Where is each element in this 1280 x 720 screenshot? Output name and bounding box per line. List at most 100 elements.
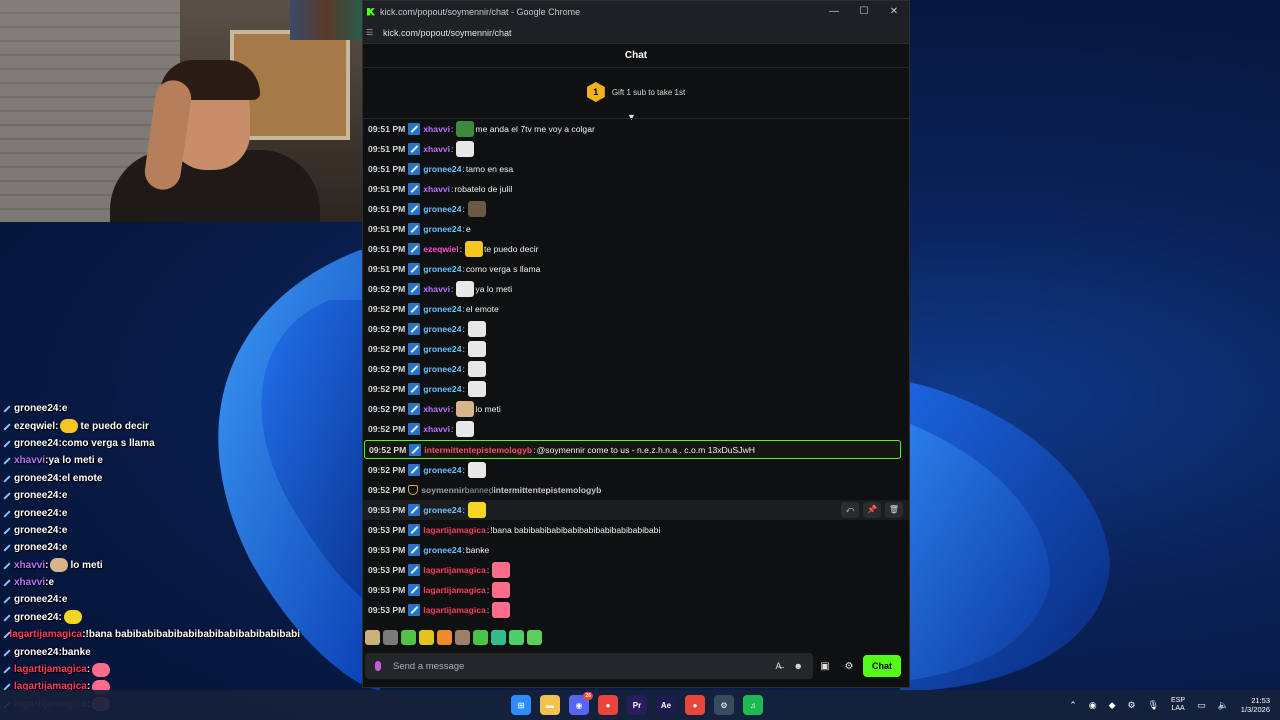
address-bar[interactable]: ☰ kick.com/popout/soymennir/chat	[363, 22, 909, 44]
translate-icon[interactable]: A̶	[776, 661, 782, 671]
steam-tray-icon[interactable]: ⚙	[1128, 700, 1136, 711]
chat-message[interactable]: 09:53 PM lagartijamagica:	[363, 560, 909, 580]
chat-message[interactable]: 09:52 PM gronee24:	[363, 339, 909, 359]
chat-message[interactable]: 09:52 PM xhavvi: ya lo meti	[363, 279, 909, 299]
quick-emote-bar[interactable]	[365, 627, 542, 647]
emoji-icon[interactable]: ☻	[794, 661, 803, 671]
message-colon: :	[486, 605, 490, 615]
message-username[interactable]: gronee24	[423, 264, 461, 274]
message-username[interactable]: gronee24	[423, 364, 461, 374]
premiere-icon[interactable]: Pr	[627, 695, 647, 715]
message-username[interactable]: gronee24	[423, 465, 461, 475]
emote-icon[interactable]	[491, 629, 506, 645]
chat-message[interactable]: 09:52 PM gronee24:	[363, 359, 909, 379]
chat-message[interactable]: 09:52 PM gronee24:	[363, 460, 909, 480]
input-language[interactable]: ESP LAA	[1171, 697, 1185, 713]
steam-icon[interactable]: ⚙	[714, 695, 734, 715]
message-username[interactable]: xhavvi	[423, 124, 450, 134]
start-icon[interactable]: ⊞	[511, 695, 531, 715]
delete-icon[interactable]: 🗑	[885, 502, 903, 518]
chrome-popup-window[interactable]: kick.com/popout/soymennir/chat - Google …	[362, 0, 910, 688]
chat-message[interactable]: 09:52 PM xhavvi: lo meti	[363, 399, 909, 419]
message-username[interactable]: gronee24	[423, 304, 461, 314]
message-username[interactable]: intermittentepistemologyb	[424, 445, 532, 455]
close-button[interactable]: ✕	[879, 6, 909, 17]
message-username[interactable]: xhavvi	[423, 284, 450, 294]
chat-message[interactable]: 09:53 PM gronee24: banke	[363, 540, 909, 560]
chat-message[interactable]: 09:53 PM gronee24: ⤺ 📌 🗑	[363, 500, 909, 520]
maximize-button[interactable]: ☐	[849, 6, 879, 17]
emote-icon[interactable]	[365, 629, 380, 645]
after-effects-icon[interactable]: Ae	[656, 695, 676, 715]
chrome-profile-icon[interactable]: ●	[685, 695, 705, 715]
minimize-button[interactable]: —	[819, 6, 849, 17]
message-username[interactable]: xhavvi	[423, 144, 450, 154]
message-username[interactable]: gronee24	[423, 344, 461, 354]
message-username[interactable]: gronee24	[423, 505, 461, 515]
chat-message[interactable]: 09:52 PM xhavvi:	[363, 419, 909, 439]
pin-icon[interactable]: 📌	[863, 502, 881, 518]
chat-message[interactable]: 09:51 PM xhavvi: me anda el 7tv me voy a …	[363, 119, 909, 139]
emote-icon[interactable]	[455, 629, 470, 645]
chat-message[interactable]: 09:51 PM gronee24:	[363, 199, 909, 219]
emote-icon[interactable]	[527, 629, 542, 645]
discord-tray-icon[interactable]: ◉	[1089, 700, 1097, 711]
chat-message[interactable]: 09:52 PM gronee24:	[363, 379, 909, 399]
gift-leaderboard[interactable]: 1 Gift 1 sub to take 1st	[363, 68, 909, 116]
file-explorer-icon[interactable]: ▬	[540, 695, 560, 715]
chat-message[interactable]: 09:51 PM xhavvi: robatelo de julil	[363, 179, 909, 199]
settings-gear-icon[interactable]: ⚙	[837, 661, 861, 672]
chat-message[interactable]: 09:51 PM gronee24: como verga s llama	[363, 259, 909, 279]
message-username[interactable]: lagartijamagica	[423, 605, 486, 615]
show-hidden-icons-icon[interactable]: ⌃	[1069, 700, 1077, 711]
message-username[interactable]: xhavvi	[423, 184, 450, 194]
message-username[interactable]: gronee24	[423, 384, 461, 394]
message-username[interactable]: lagartijamagica	[423, 565, 486, 575]
chat-message[interactable]: 09:53 PM lagartijamagica:	[363, 600, 909, 620]
moderator-name[interactable]: soymennir	[421, 485, 464, 495]
site-settings-icon[interactable]: ☰	[366, 28, 378, 37]
message-username[interactable]: ezeqwiel	[423, 244, 458, 254]
chrome-icon[interactable]: ●	[598, 695, 618, 715]
chat-message[interactable]: 09:51 PM ezeqwiel: te puedo decir	[363, 239, 909, 259]
microphone-icon[interactable]	[375, 661, 381, 671]
reply-icon[interactable]: ⤺	[841, 502, 859, 518]
emote-icon[interactable]	[401, 629, 416, 645]
message-username[interactable]: lagartijamagica	[423, 525, 486, 535]
window-titlebar[interactable]: kick.com/popout/soymennir/chat - Google …	[363, 1, 909, 22]
message-username[interactable]: gronee24	[423, 324, 461, 334]
volume-icon[interactable]: 🔈	[1218, 700, 1229, 711]
chat-message[interactable]: 09:52 PM gronee24: el emote	[363, 299, 909, 319]
message-username[interactable]: xhavvi	[423, 404, 450, 414]
chat-message[interactable]: 09:51 PM xhavvi:	[363, 139, 909, 159]
message-username[interactable]: lagartijamagica	[423, 585, 486, 595]
chat-message[interactable]: 09:51 PM gronee24: tamo en esa	[363, 159, 909, 179]
emote-icon[interactable]	[437, 629, 452, 645]
chat-message[interactable]: 09:52 PM intermittentepistemologyb: @soym…	[364, 440, 901, 459]
microphone-tray-icon[interactable]: 🎙	[1148, 700, 1159, 711]
app-tray-icon[interactable]: ◆	[1109, 700, 1116, 711]
emote-icon[interactable]	[473, 629, 488, 645]
gift-icon[interactable]: ▣	[813, 661, 837, 672]
network-icon[interactable]: ▭	[1197, 700, 1206, 711]
emote-icon[interactable]	[509, 629, 524, 645]
chat-message[interactable]: 09:53 PM lagartijamagica:	[363, 580, 909, 600]
address-url[interactable]: kick.com/popout/soymennir/chat	[383, 28, 512, 38]
message-username[interactable]: gronee24	[423, 545, 461, 555]
message-username[interactable]: gronee24	[423, 164, 461, 174]
message-input[interactable]: Send a message A̶ ☻	[365, 653, 813, 679]
chat-message[interactable]: 09:51 PM gronee24: e	[363, 219, 909, 239]
message-text: te puedo decir	[484, 244, 539, 254]
clock[interactable]: 21:53 1/3/2026	[1241, 696, 1270, 714]
message-username[interactable]: gronee24	[423, 224, 461, 234]
message-username[interactable]: gronee24	[423, 204, 461, 214]
emote-icon[interactable]	[383, 629, 398, 645]
message-username[interactable]: xhavvi	[423, 424, 450, 434]
emote-icon[interactable]	[419, 629, 434, 645]
spotify-icon[interactable]: ♫	[743, 695, 763, 715]
send-chat-button[interactable]: Chat	[863, 655, 901, 677]
chat-message[interactable]: 09:52 PM gronee24:	[363, 319, 909, 339]
chat-message[interactable]: 09:53 PM lagartijamagica: !bana babibabib…	[363, 520, 909, 540]
banned-user[interactable]: intermittentepistemologyb	[493, 485, 601, 495]
discord-icon[interactable]: ◉ 26	[569, 692, 593, 715]
